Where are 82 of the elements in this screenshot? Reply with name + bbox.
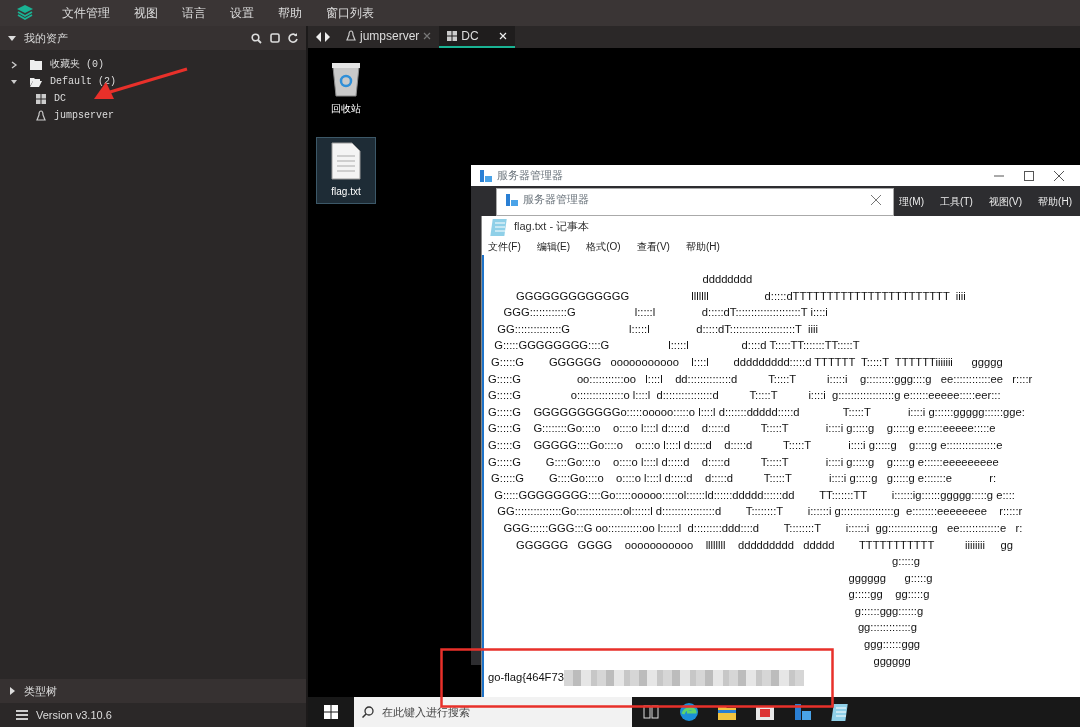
version-label: Version v3.10.6 (36, 707, 112, 723)
tree-item-label[interactable]: DC (54, 91, 66, 106)
menu-item[interactable]: 视图(V) (988, 194, 1023, 209)
text-line: G:::::G GGGGG::::Go::::o o::::o l::::l d:::::d d:::::d T:::::T i::::i g:::::g g:::::g e::::::::::::::::e (488, 437, 1004, 453)
text-line: GGG::::::::::::G l:::::l d:::::dT:::::::::::::::::::::T i::::i (502, 305, 829, 321)
text-line: dddddddd (701, 272, 754, 287)
window-title: flag.txt - 记事本 (514, 219, 590, 235)
menu-item[interactable]: 编辑(E) (536, 238, 571, 254)
text-line: ggg::::::ggg (863, 637, 922, 653)
menu-item[interactable]: 语言 (170, 4, 218, 22)
windows-logo-icon (447, 31, 458, 41)
text-line: GGG::::::GGG:::G oo:::::::::::oo l::::::l d:::::::::ddd::::d T::::::::T i::::::i gg::::::::::::::g ee:::::::::::::e r: (502, 520, 1024, 536)
text-line: GGGGGGGGGGGGG lllllll d:::::dTTTTTTTTTTTTTTTTTTTTTTT iiii (514, 288, 967, 304)
text-line: G:::::G GGGGGGGGGGo:::::ooooo:::::o l::::l d:::::::ddddd:::::d T:::::T i::::i g::::::ggggg::::::gge: (488, 404, 1026, 420)
menu-item[interactable]: 理(M) (899, 194, 924, 209)
text-line: G:::::G G::::::::Go::::o o::::o l::::l d:::::d d:::::d T:::::T i::::i g:::::g g:::::g e::::::eeeee:::::e (488, 421, 997, 437)
chevron-right-icon[interactable] (10, 60, 18, 69)
refresh-icon[interactable] (288, 33, 298, 43)
desktop-shortcut[interactable]: 回收站 (316, 56, 376, 121)
menu-item[interactable]: 格式(O) (586, 238, 621, 254)
tree-item-label[interactable]: jumpserver (54, 108, 114, 123)
menu-item[interactable]: 文件管理 (50, 4, 122, 22)
text-line: g::::::ggg::::::g (853, 603, 925, 619)
text-line: gggggg (872, 653, 912, 669)
window-title: 服务器管理器 (523, 192, 590, 208)
open-folder-icon (30, 76, 42, 87)
text-line: GGGGGG GGGG ooooooooooo llllllll ddddddddd ddddd TTTTTTTTTTT iiiiiiii gg (514, 537, 1014, 553)
layers-logo-icon (16, 4, 34, 22)
server-manager-icon[interactable] (793, 702, 813, 722)
menu-item[interactable]: 帮助 (266, 4, 314, 22)
browser-icon[interactable] (679, 702, 699, 722)
caret-down-icon[interactable] (10, 77, 18, 86)
menu-item[interactable]: 查看(V) (636, 238, 670, 254)
window-title: 服务器管理器 (497, 168, 564, 184)
panel-title: 我的资产 (24, 30, 69, 46)
session-tab[interactable]: jumpserver (338, 26, 440, 48)
tree-item-label[interactable]: Default (2) (50, 74, 116, 89)
text-line: gg:::::::::::::g (856, 620, 918, 636)
text-line: G:::::G G::::Go::::o o::::o l::::l d:::::d d:::::d T:::::T i::::i g:::::g g:::::g e:::::::e r: (490, 471, 998, 487)
text-line: G:::::G G::::Go::::o o::::o l::::l d:::::d d:::::d T:::::T i::::i g:::::g g:::::g e::::::eeeeeeeee (488, 454, 1000, 470)
penguin-icon (36, 109, 46, 122)
flag-text: go-flag{464F73 (488, 670, 564, 686)
text-line: GG:::::::::::::::Go:::::::::::::::ol::::::l d:::::::::::::::::d T::::::::T i::::::i g:::::::::::::::::g e::::::::eeeeeeee r:::::r (496, 504, 1024, 520)
panel-title[interactable]: 类型树 (24, 682, 57, 700)
text-line: g:::::gg gg:::::g (847, 587, 931, 603)
menu-item[interactable]: 帮助(H) (685, 238, 720, 254)
close-icon[interactable] (1054, 170, 1064, 181)
session-tab[interactable]: DC (439, 26, 515, 48)
menu-item[interactable]: 窗口列表 (314, 4, 386, 22)
menu-item[interactable]: 设置 (218, 4, 266, 22)
search-field[interactable]: 在此键入进行搜索 (354, 697, 632, 727)
text-line: g:::::g (891, 554, 922, 570)
menu-item[interactable]: 帮助(H) (1038, 194, 1072, 209)
menu-item[interactable]: 文件(F) (488, 238, 521, 254)
maximize-icon[interactable] (1024, 170, 1034, 181)
text-line: G:::::G oo:::::::::::oo l::::l dd::::::::::::::d T:::::T i:::::i g:::::::::ggg::::g ee::::::::::::ee r::::r (488, 371, 1034, 387)
text-line: gggggg g:::::g (847, 570, 934, 586)
server-manager-icon (479, 168, 493, 183)
text-line: G:::::G o:::::::::::::::o l::::l d::::::::::::::::d T:::::T i::::i g::::::::::::::::::g e::::::eeeee:::::eer::: (488, 388, 1002, 404)
scroll-arrows-icon[interactable] (316, 32, 330, 42)
caret-right-icon[interactable] (8, 687, 16, 695)
search-icon (362, 706, 374, 718)
windows-logo-icon (36, 93, 46, 104)
tree-item-label[interactable]: 收藏夹 (0) (50, 57, 104, 72)
penguin-icon (346, 30, 356, 42)
server-manager-icon (505, 192, 519, 207)
text-line: GG:::::::::::::::G l:::::l d:::::dT:::::::::::::::::::::T iiii (496, 321, 819, 337)
list-icon (16, 710, 28, 720)
text-line: G:::::GGGGGGGG::::G l:::::l d::::d T:::::TT:::::::TT:::::T (493, 338, 861, 354)
windows-logo-icon[interactable] (324, 705, 338, 719)
menu-item[interactable]: 视图 (122, 4, 170, 22)
square-icon[interactable] (270, 33, 280, 43)
caret-down-icon[interactable] (8, 34, 16, 42)
menu-item[interactable]: 工具(T) (940, 194, 973, 209)
recycle-bin-icon (330, 61, 362, 97)
desktop-shortcut[interactable]: flag.txt (316, 137, 376, 204)
text-line: G:::::GGGGGGGG::::Go:::::ooooo:::::ol::::::ld::::::ddddd::::::dd TT:::::::TT i::::::ig::::::ggggg:::::g e:::: (493, 487, 1016, 503)
folder-icon (30, 59, 42, 70)
text-line: G:::::G GGGGGG ooooooooooo l::::l ddddddddd:::::d TTTTTT T:::::T TTTTTTiiiiiii ggggg (490, 354, 1004, 370)
search-icon[interactable] (251, 32, 262, 44)
document-icon (331, 142, 361, 180)
notepad-icon[interactable] (831, 702, 851, 722)
